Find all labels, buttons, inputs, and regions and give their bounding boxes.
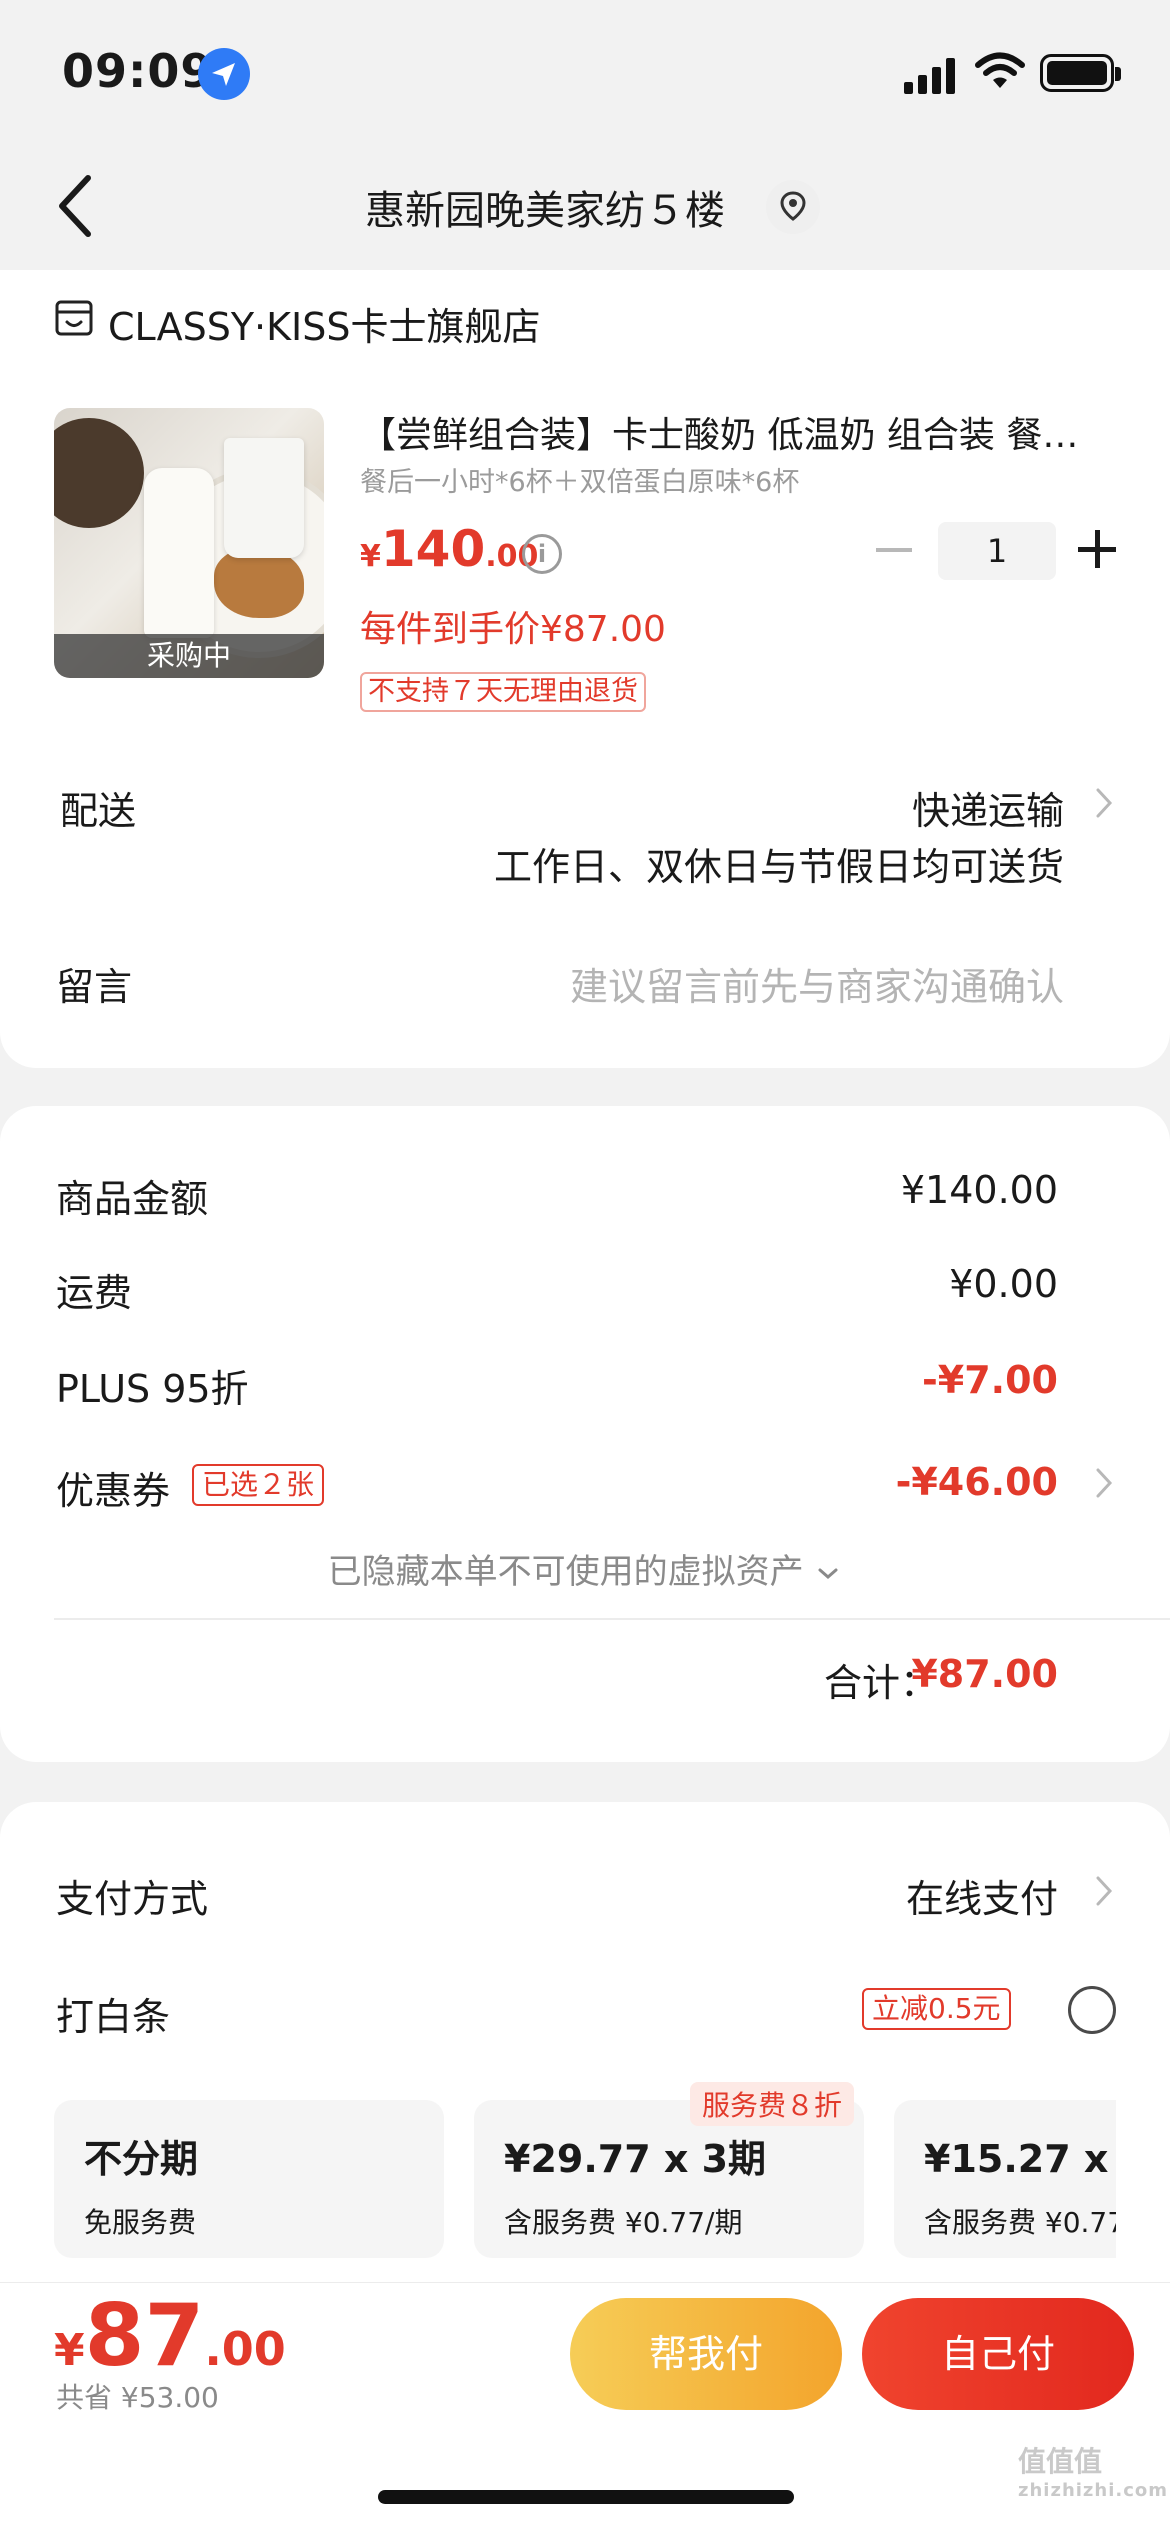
wifi-icon xyxy=(975,52,1025,96)
location-arrow-icon xyxy=(198,48,250,100)
chevron-right-icon[interactable] xyxy=(1090,1466,1120,1498)
cellular-signal-icon xyxy=(904,58,958,98)
delivery-note: 工作日、双休日与节假日均可送货 xyxy=(493,845,1064,889)
plus-discount-value: -¥7.00 xyxy=(922,1358,1058,1402)
payment-method-value[interactable]: 在线支付 xyxy=(906,1868,1058,1923)
chevron-down-icon xyxy=(818,1568,838,1579)
purchasing-badge: 采购中 xyxy=(54,634,324,678)
hidden-assets-toggle[interactable]: 已隐藏本单不可使用的虚拟资产 xyxy=(0,1544,1170,1593)
message-input[interactable]: 建议留言前先与商家沟通确认 xyxy=(570,956,1064,1011)
per-item-price: 每件到手价¥87.00 xyxy=(360,609,666,650)
watermark: 值值值 zhizhizhi.com xyxy=(1018,2445,1169,2501)
info-icon[interactable]: i xyxy=(522,534,562,574)
quantity-input[interactable]: 1 xyxy=(938,522,1056,580)
return-policy-tag: 不支持７天无理由退货 xyxy=(360,672,646,712)
items-amount-value: ¥140.00 xyxy=(900,1168,1058,1212)
message-label: 留言 xyxy=(56,965,133,1009)
shipping-label: 运费 xyxy=(56,1271,133,1315)
battery-icon xyxy=(1040,54,1121,92)
checkout-total: ¥87.00 xyxy=(54,2286,286,2386)
delivery-method[interactable]: 快递运输 xyxy=(912,780,1064,835)
installment-fee: 免服务费 xyxy=(84,2206,197,2239)
baitiao-radio[interactable] xyxy=(1068,1986,1116,2034)
decrease-quantity-button[interactable] xyxy=(876,548,912,552)
product-price: ¥140.00 xyxy=(360,520,539,578)
installment-title: 不分期 xyxy=(84,2137,199,2181)
installment-option[interactable]: ¥15.27 x 6期 含服务费 ¥0.77/期 xyxy=(894,2100,1116,2258)
saved-amount: 共省 ¥53.00 xyxy=(56,2381,219,2414)
service-fee-badge: 服务费８折 xyxy=(690,2082,855,2126)
chevron-right-icon[interactable] xyxy=(1090,1874,1120,1906)
payment-method-label: 支付方式 xyxy=(56,1877,209,1921)
coupon-count-tag: 已选２张 xyxy=(192,1464,325,1506)
total-value: ¥87.00 xyxy=(911,1652,1058,1696)
shipping-value: ¥0.00 xyxy=(949,1262,1058,1306)
divider xyxy=(54,1618,1170,1620)
help-pay-button[interactable]: 帮我付 xyxy=(570,2298,842,2410)
installment-option[interactable]: 不分期 免服务费 xyxy=(54,2100,444,2258)
status-time: 09:09 xyxy=(62,44,214,98)
installment-clip: ¥15.27 x 6期 含服务费 ¥0.77/期 xyxy=(894,2100,1116,2258)
installment-fee: 含服务费 ¥0.77/期 xyxy=(924,2206,1116,2239)
store-icon xyxy=(54,298,94,338)
chevron-right-icon[interactable] xyxy=(1090,786,1120,818)
store-name[interactable]: CLASSY·KISS卡士旗舰店 xyxy=(108,296,540,351)
coupon-value[interactable]: -¥46.00 xyxy=(896,1460,1058,1504)
product-spec: 餐后一小时*6杯＋双倍蛋白原味*6杯 xyxy=(360,467,800,498)
self-pay-button[interactable]: 自己付 xyxy=(862,2298,1134,2410)
items-amount-label: 商品金额 xyxy=(56,1177,209,1221)
installment-title: ¥15.27 x 6期 xyxy=(924,2137,1116,2181)
baitiao-promo-tag: 立减0.5元 xyxy=(862,1988,1011,2030)
product-title[interactable]: 【尝鲜组合装】卡士酸奶 低温奶 组合装 餐后一小时 xyxy=(360,406,1080,458)
baitiao-label: 打白条 xyxy=(56,1995,171,2039)
page-title: 惠新园晚美家纺５楼 xyxy=(365,188,725,234)
home-indicator[interactable] xyxy=(378,2490,794,2504)
delivery-label: 配送 xyxy=(60,789,137,833)
location-pin-button[interactable] xyxy=(766,180,820,234)
coupon-label[interactable]: 优惠券 xyxy=(56,1460,170,1515)
product-thumbnail[interactable]: 采购中 xyxy=(54,408,324,678)
installment-title: ¥29.77 x 3期 xyxy=(504,2137,767,2181)
increase-quantity-button[interactable] xyxy=(1078,530,1116,568)
installment-fee: 含服务费 ¥0.77/期 xyxy=(504,2206,743,2239)
plus-discount-label: PLUS 95折 xyxy=(56,1367,249,1411)
